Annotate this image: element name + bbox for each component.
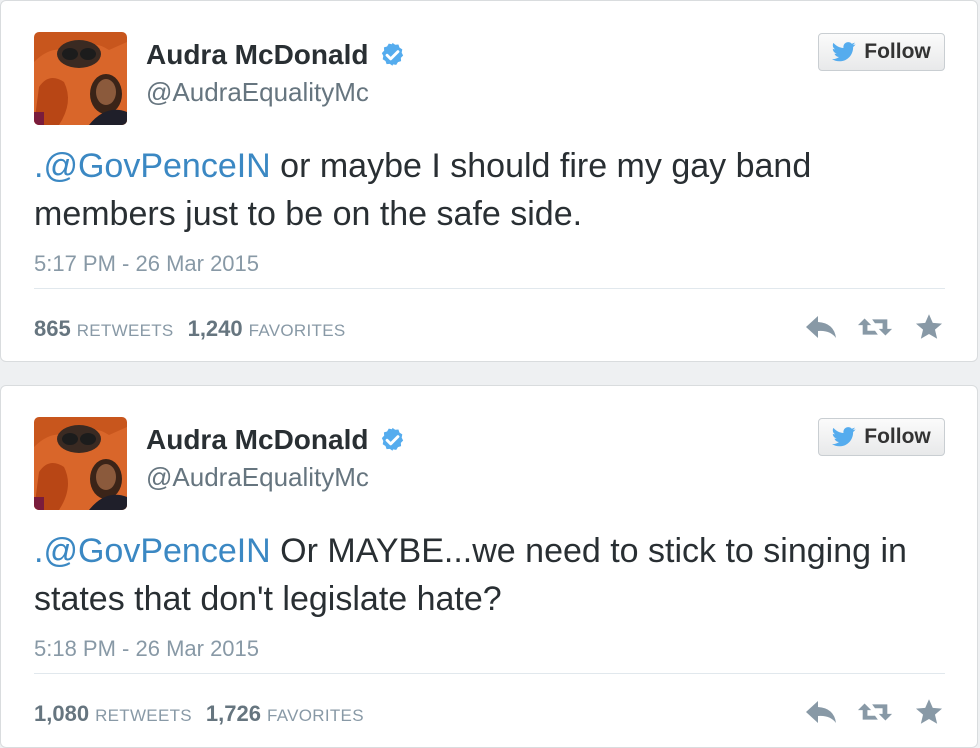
retweets-count[interactable]: 1,080 [34,701,89,727]
favorite-star-icon[interactable] [911,696,947,728]
tweet-actions [785,696,947,728]
author-handle[interactable]: @AudraEqualityMc [146,462,369,493]
verified-badge-icon [378,41,407,70]
timestamp[interactable]: 5:18 PM - 26 Mar 2015 [34,636,259,662]
tweet-text: .@GovPenceIN Or MAYBE...we need to stick… [34,527,934,623]
twitter-bird-icon [832,427,856,447]
favorites-count[interactable]: 1,240 [188,316,243,342]
avatar[interactable] [34,32,127,125]
reply-icon[interactable] [803,696,839,728]
follow-label: Follow [864,40,931,63]
follow-button[interactable]: Follow [818,33,945,71]
author-name[interactable]: Audra McDonald [146,424,368,456]
tweet-stats: 1,080 RETWEETS 1,726 FAVORITES [34,701,378,727]
twitter-bird-icon [832,42,856,62]
retweets-label[interactable]: RETWEETS [77,321,174,341]
divider [34,673,945,674]
tweet-actions [785,311,947,343]
retweet-icon[interactable] [857,696,893,728]
author-handle[interactable]: @AudraEqualityMc [146,77,369,108]
favorite-star-icon[interactable] [911,311,947,343]
tweet-text: .@GovPenceIN or maybe I should fire my g… [34,142,934,238]
tweet-card: Audra McDonald @AudraEqualityMc Follow .… [0,385,978,748]
retweets-label[interactable]: RETWEETS [95,706,192,726]
author-name[interactable]: Audra McDonald [146,39,368,71]
reply-icon[interactable] [803,311,839,343]
retweets-count[interactable]: 865 [34,316,71,342]
follow-button[interactable]: Follow [818,418,945,456]
tweet-card: Audra McDonald @AudraEqualityMc Follow .… [0,0,978,362]
divider [34,288,945,289]
verified-badge-icon [378,426,407,455]
mention-link[interactable]: .@GovPenceIN [34,147,271,185]
avatar[interactable] [34,417,127,510]
favorites-count[interactable]: 1,726 [206,701,261,727]
mention-link[interactable]: .@GovPenceIN [34,532,271,570]
follow-label: Follow [864,425,931,448]
timestamp[interactable]: 5:17 PM - 26 Mar 2015 [34,251,259,277]
favorites-label[interactable]: FAVORITES [249,321,346,341]
favorites-label[interactable]: FAVORITES [267,706,364,726]
tweet-stats: 865 RETWEETS 1,240 FAVORITES [34,316,360,342]
retweet-icon[interactable] [857,311,893,343]
